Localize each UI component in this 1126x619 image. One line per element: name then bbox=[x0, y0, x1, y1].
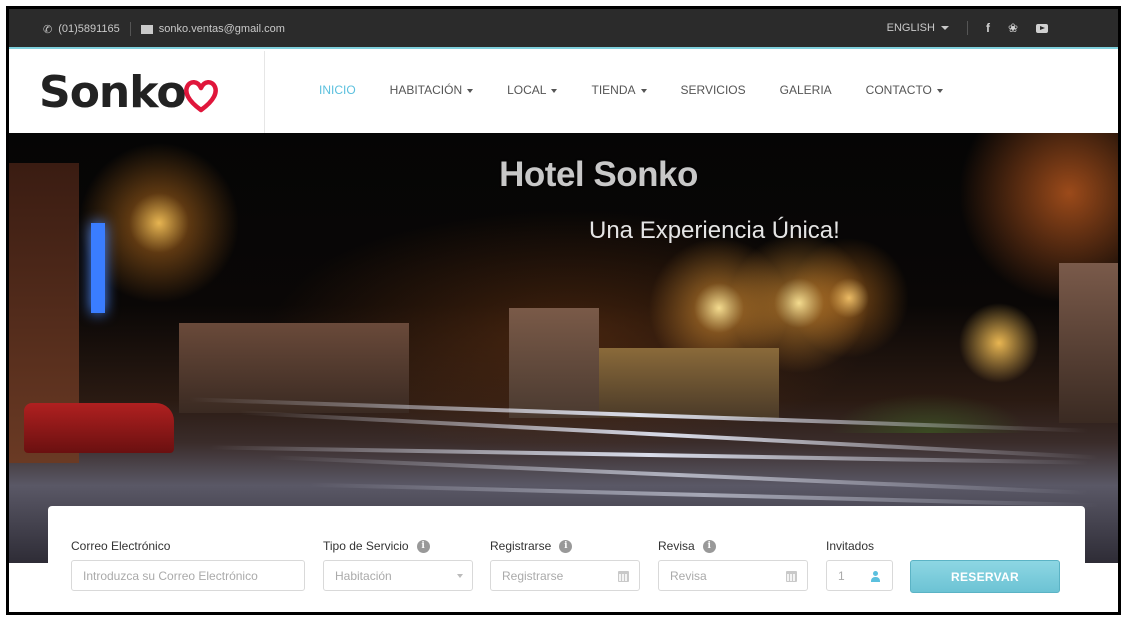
service-field-group: Tipo de Servicio i Habitación bbox=[323, 538, 473, 591]
checkin-field-group: Registrarse i Registrarse bbox=[490, 538, 640, 591]
service-label: Tipo de Servicio i bbox=[323, 538, 473, 554]
hero-title: Hotel Sonko bbox=[499, 155, 698, 194]
guests-label: Invitados bbox=[826, 539, 875, 553]
twitter-icon[interactable]: ❀ bbox=[1008, 21, 1018, 35]
youtube-icon[interactable] bbox=[1036, 23, 1048, 33]
caret-down-icon bbox=[936, 88, 943, 93]
checkin-date-input[interactable]: Registrarse bbox=[490, 560, 640, 591]
nav-servicios[interactable]: SERVICIOS bbox=[681, 83, 746, 97]
phone-number: (01)5891165 bbox=[58, 23, 120, 35]
reservar-button[interactable]: RESERVAR bbox=[910, 560, 1060, 593]
phone-icon: ✆ bbox=[43, 23, 53, 36]
envelope-icon bbox=[140, 24, 153, 34]
caret-down-icon bbox=[551, 88, 558, 93]
guests-input[interactable]: 1 bbox=[826, 560, 893, 591]
building-far-right bbox=[1059, 263, 1118, 423]
main-nav: INICIO HABITACIÓN LOCAL TIENDA SERVICIOS… bbox=[319, 83, 943, 97]
checkin-label: Registrarse i bbox=[490, 538, 640, 554]
logo-text: Sonko bbox=[39, 67, 187, 118]
booking-form: Correo Electrónico Introduzca su Correo … bbox=[48, 506, 1085, 612]
caret-down-icon bbox=[467, 88, 474, 93]
email-field-group: Correo Electrónico Introduzca su Correo … bbox=[71, 538, 305, 591]
email-input[interactable]: Introduzca su Correo Electrónico bbox=[71, 560, 305, 591]
checkout-label: Revisa i bbox=[658, 538, 808, 554]
checkout-field-group: Revisa i Revisa bbox=[658, 538, 808, 591]
calendar-icon bbox=[786, 571, 797, 582]
info-icon[interactable]: i bbox=[559, 539, 573, 553]
language-selector[interactable]: ENGLISH bbox=[887, 22, 949, 34]
building-right bbox=[599, 348, 779, 418]
email-address: sonko.ventas@gmail.com bbox=[158, 23, 285, 35]
neon-sign bbox=[91, 223, 105, 313]
browser-frame: ✆ (01)5891165 sonko.ventas@gmail.com ENG… bbox=[6, 6, 1121, 615]
service-select[interactable]: Habitación bbox=[323, 560, 473, 591]
caret-down-icon bbox=[940, 26, 949, 31]
divider bbox=[966, 21, 968, 35]
top-bar: ✆ (01)5891165 sonko.ventas@gmail.com ENG… bbox=[9, 9, 1118, 49]
checkout-date-input[interactable]: Revisa bbox=[658, 560, 808, 591]
nav-galeria[interactable]: GALERIA bbox=[780, 83, 832, 97]
guests-field-group: Invitados 1 bbox=[826, 538, 893, 591]
building-mid2 bbox=[509, 308, 599, 418]
phone-contact[interactable]: ✆ (01)5891165 bbox=[43, 23, 120, 36]
hero-banner: Hotel Sonko Una Experiencia Única! bbox=[9, 133, 1118, 563]
email-label: Correo Electrónico bbox=[71, 539, 171, 553]
nav-local[interactable]: LOCAL bbox=[507, 83, 558, 97]
nav-habitacion[interactable]: HABITACIÓN bbox=[390, 83, 474, 97]
contact-info: ✆ (01)5891165 sonko.ventas@gmail.com bbox=[43, 22, 285, 36]
nav-tienda[interactable]: TIENDA bbox=[591, 83, 647, 97]
user-icon bbox=[871, 571, 880, 582]
nav-contacto[interactable]: CONTACTO bbox=[866, 83, 943, 97]
info-icon[interactable]: i bbox=[416, 539, 430, 553]
caret-down-icon bbox=[640, 88, 647, 93]
hero-subtitle: Una Experiencia Única! bbox=[589, 217, 840, 244]
heart-icon bbox=[183, 80, 218, 113]
site-logo[interactable]: Sonko bbox=[39, 71, 219, 115]
site-header: Sonko INICIO HABITACIÓN LOCAL TIENDA SER… bbox=[9, 51, 1118, 133]
top-bar-right: ENGLISH f ❀ bbox=[887, 21, 1048, 35]
calendar-icon bbox=[618, 571, 629, 582]
facebook-icon[interactable]: f bbox=[986, 21, 990, 35]
select-caret-icon bbox=[457, 574, 463, 578]
nav-inicio[interactable]: INICIO bbox=[319, 83, 356, 97]
header-divider bbox=[264, 51, 265, 133]
car bbox=[24, 403, 174, 453]
email-contact[interactable]: sonko.ventas@gmail.com bbox=[140, 23, 285, 35]
info-icon[interactable]: i bbox=[702, 539, 716, 553]
divider bbox=[129, 22, 131, 36]
